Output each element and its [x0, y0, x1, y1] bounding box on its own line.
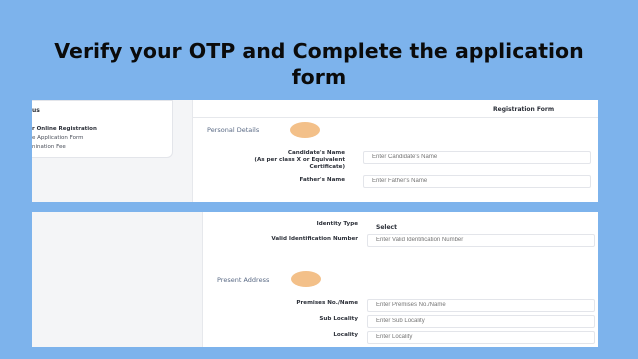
highlight-marker-address — [291, 271, 321, 287]
registration-form: Registration Form Personal Details Candi… — [192, 100, 598, 202]
status-item-examination-fee[interactable]: nination Fee — [32, 144, 66, 150]
valid-id-number-label: Valid Identification Number — [271, 236, 358, 242]
identity-type-label: Identity Type — [316, 221, 358, 227]
status-item-application-form[interactable]: e Application Form — [32, 135, 83, 141]
slide-title: Verify your OTP and Complete the applica… — [0, 38, 638, 90]
form-screenshot-bottom: Identity Type Select Valid Identificatio… — [32, 212, 598, 347]
heading-divider — [193, 117, 598, 118]
left-gray-strip — [32, 212, 202, 347]
registration-status-card: us r Online Registration e Application F… — [32, 100, 173, 158]
slide-title-line-1: Verify your OTP and Complete the applica… — [54, 39, 584, 63]
candidate-name-label: Candidate's Name (As per class X or Equi… — [254, 150, 345, 170]
sub-locality-label: Sub Locality — [319, 316, 358, 322]
locality-input[interactable] — [367, 331, 595, 344]
valid-id-number-input[interactable] — [367, 234, 595, 247]
form-heading: Registration Form — [493, 106, 555, 113]
highlight-marker — [290, 122, 320, 138]
sub-locality-input[interactable] — [367, 315, 595, 328]
slide-title-line-2: form — [291, 65, 347, 89]
section-present-address: Present Address — [217, 276, 270, 284]
father-name-input[interactable] — [363, 175, 591, 188]
identity-type-select[interactable]: Select — [367, 220, 567, 233]
father-name-label: Father's Name — [299, 177, 345, 183]
premises-input[interactable] — [367, 299, 595, 312]
section-personal-details: Personal Details — [207, 126, 260, 134]
identity-address-form: Identity Type Select Valid Identificatio… — [202, 212, 598, 347]
status-card-title: us — [32, 107, 40, 114]
candidate-name-input[interactable] — [363, 151, 591, 164]
form-screenshot-top: us r Online Registration e Application F… — [32, 100, 598, 202]
premises-label: Premises No./Name — [296, 300, 358, 306]
status-item-online-registration[interactable]: r Online Registration — [32, 126, 97, 132]
locality-label: Locality — [333, 332, 358, 338]
